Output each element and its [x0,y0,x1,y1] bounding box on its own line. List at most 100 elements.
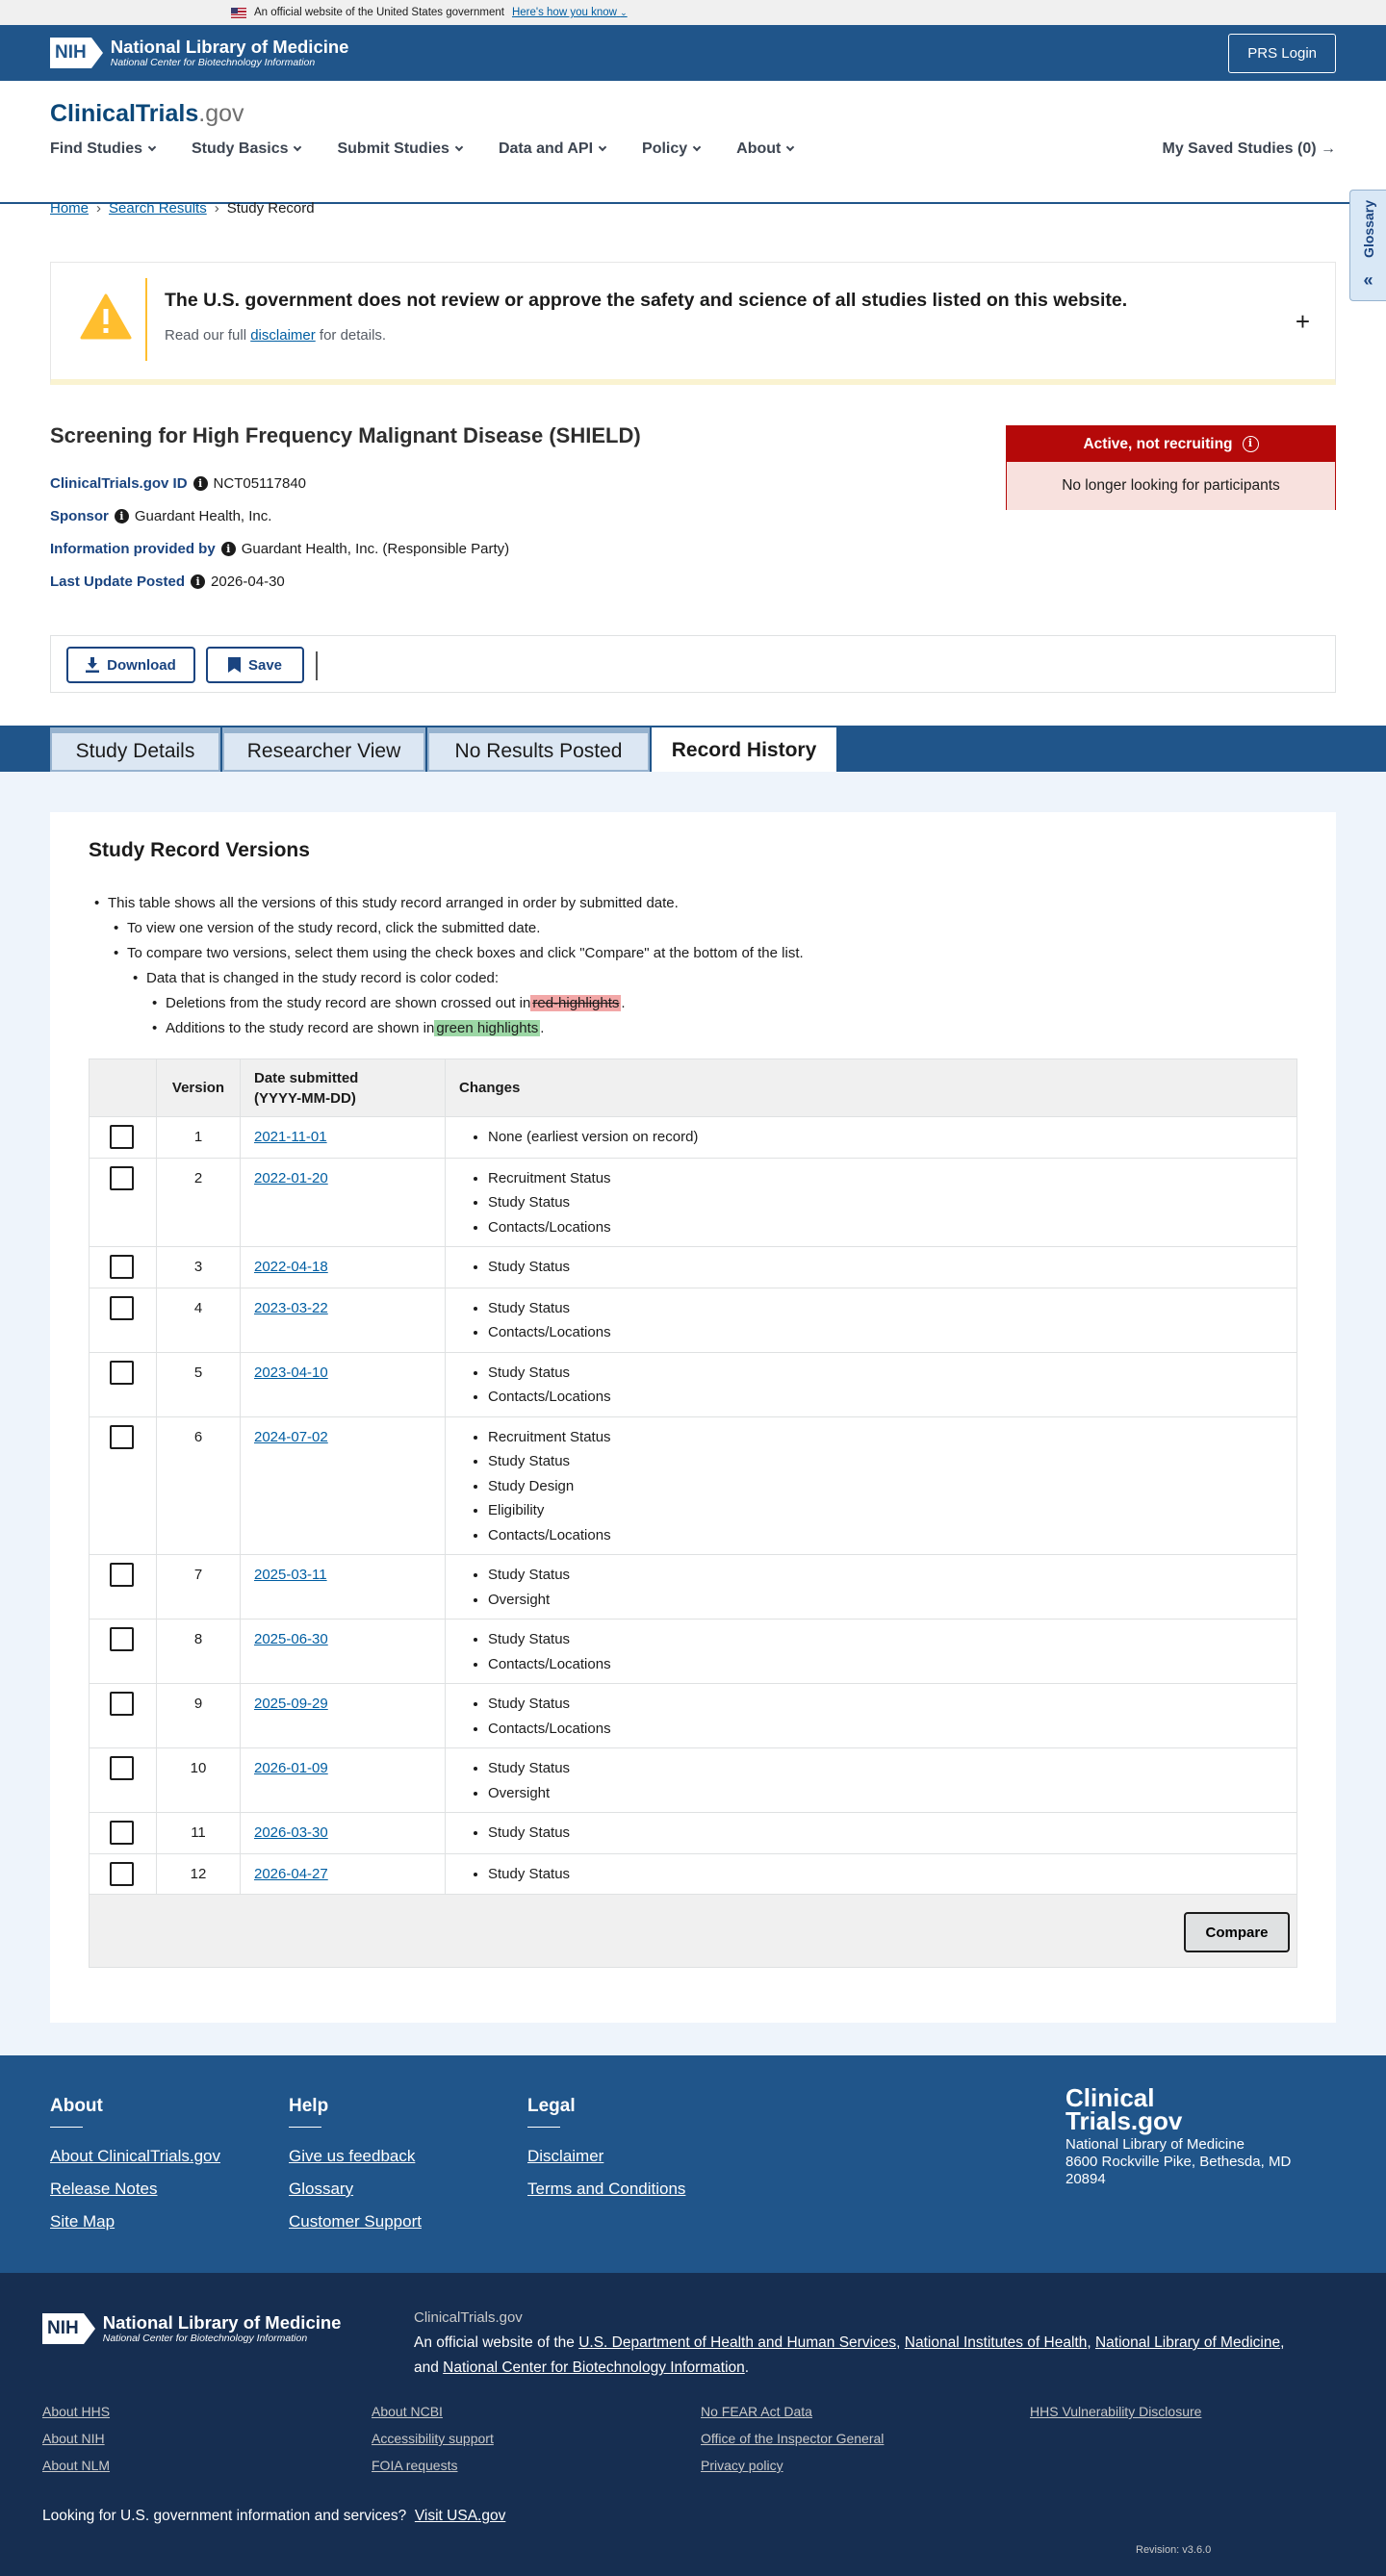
nlm-link[interactable]: National Library of Medicine [1095,2334,1280,2351]
info-icon[interactable]: i [192,476,208,491]
version-checkbox[interactable] [110,1295,134,1320]
version-checkbox[interactable] [110,1360,134,1385]
us-flag-icon [231,7,246,18]
hhs-link[interactable]: U.S. Department of Health and Human Serv… [578,2334,896,2351]
footer-link-terms[interactable]: Terms and Conditions [527,2180,685,2199]
info-icon[interactable]: i [1242,436,1259,452]
changes-cell: Recruitment StatusStudy StatusStudy Desi… [445,1416,1297,1555]
version-date-link[interactable]: 2023-04-10 [254,1365,328,1381]
version-date-link[interactable]: 2023-03-22 [254,1300,328,1316]
link-foia[interactable]: FOIA requests [372,2458,457,2473]
save-button[interactable]: Save [206,647,304,683]
footer-ct-logo[interactable]: Clinical Trials.gov [1065,2085,1182,2133]
changes-cell: Study StatusOversight [445,1747,1297,1813]
version-date-link[interactable]: 2022-04-18 [254,1259,328,1275]
nav-policy[interactable]: Policy [642,140,702,158]
link-about-nih[interactable]: About NIH [42,2431,105,2446]
ncbi-link[interactable]: National Center for Biotechnology Inform… [443,2359,745,2376]
select-cell [89,1683,157,1748]
saved-studies-link[interactable]: My Saved Studies (0) → [1163,140,1337,158]
nav-about[interactable]: About [736,140,795,158]
version-checkbox[interactable] [110,1424,134,1449]
breadcrumb-search-results[interactable]: Search Results [109,200,207,217]
version-number: 4 [156,1287,241,1353]
version-number: 1 [156,1116,241,1159]
version-date-link[interactable]: 2024-07-02 [254,1429,328,1445]
version-date-link[interactable]: 2025-06-30 [254,1631,328,1647]
changes-cell: Recruitment StatusStudy StatusContacts/L… [445,1157,1297,1247]
changes-cell: Study Status [445,1852,1297,1895]
nav-data-api[interactable]: Data and API [499,140,607,158]
change-item: Study Status [488,1296,1283,1321]
date-cell: 2025-09-29 [240,1683,446,1748]
breadcrumb-home[interactable]: Home [50,200,89,217]
date-cell: 2026-04-27 [240,1852,446,1895]
version-date-link[interactable]: 2025-03-11 [254,1567,327,1583]
version-date-link[interactable]: 2022-01-20 [254,1170,328,1186]
version-date-link[interactable]: 2026-01-09 [254,1760,328,1776]
table-row: 3 2022-04-18 Study Status [89,1246,1297,1288]
version-checkbox[interactable] [110,1563,134,1587]
change-item: Eligibility [488,1498,1283,1523]
version-date-link[interactable]: 2021-11-01 [254,1129,327,1145]
footer-link-about-ct[interactable]: About ClinicalTrials.gov [50,2147,220,2166]
revision-text: Revision: v3.6.0 [1136,2544,1212,2556]
footer-link-glossary[interactable]: Glossary [289,2180,422,2199]
expand-plus-icon[interactable]: + [1296,307,1310,337]
download-button[interactable]: Download [66,647,195,683]
date-cell: 2023-03-22 [240,1287,446,1353]
link-no-fear[interactable]: No FEAR Act Data [701,2404,812,2419]
link-privacy[interactable]: Privacy policy [701,2458,783,2473]
view-text: To view one version of the study record,… [114,920,540,936]
tab-researcher-view[interactable]: Researcher View [222,727,425,772]
nih-logo[interactable]: NIH National Library of Medicine Nationa… [50,38,348,68]
footer-link-release-notes[interactable]: Release Notes [50,2180,220,2199]
nih-link[interactable]: National Institutes of Health [905,2334,1088,2351]
version-checkbox[interactable] [110,1861,134,1886]
footer-link-site-map[interactable]: Site Map [50,2212,220,2232]
footer-link-support[interactable]: Customer Support [289,2212,422,2232]
nav-find-studies[interactable]: Find Studies [50,140,157,158]
tab-record-history[interactable]: Record History [652,727,836,772]
chevron-down-icon [692,142,702,152]
version-checkbox[interactable] [110,1165,134,1190]
version-checkbox[interactable] [110,1255,134,1279]
table-row: 12 2026-04-27 Study Status [89,1852,1297,1895]
versions-heading: Study Record Versions [89,839,310,861]
heres-how-link[interactable]: Here's how you know ⌄ [512,7,628,18]
info-icon[interactable]: i [191,574,206,589]
version-number: 7 [156,1554,241,1620]
tab-no-results-posted[interactable]: No Results Posted [427,727,650,772]
link-about-hhs[interactable]: About HHS [42,2404,110,2419]
sponsor-row: Sponsor i Guardant Health, Inc. [50,508,272,524]
link-accessibility[interactable]: Accessibility support [372,2431,494,2446]
info-icon[interactable]: i [114,509,129,523]
nav-study-basics[interactable]: Study Basics [192,140,302,158]
version-checkbox[interactable] [110,1125,134,1149]
table-row: 11 2026-03-30 Study Status [89,1812,1297,1854]
link-vulnerability[interactable]: HHS Vulnerability Disclosure [1030,2404,1201,2419]
nav-submit-studies[interactable]: Submit Studies [337,140,464,158]
footer-nih-logo[interactable]: NIH National Library of Medicine National… [42,2313,341,2344]
clinicaltrials-logo[interactable]: ClinicalTrials.gov [50,100,244,128]
version-date-link[interactable]: 2026-03-30 [254,1824,328,1841]
version-date-link[interactable]: 2025-09-29 [254,1696,328,1712]
footer-link-feedback[interactable]: Give us feedback [289,2147,422,2166]
version-checkbox[interactable] [110,1692,134,1716]
disclaimer-link[interactable]: disclaimer [250,327,316,344]
prs-login-button[interactable]: PRS Login [1228,33,1336,73]
version-date-link[interactable]: 2026-04-27 [254,1866,328,1882]
glossary-tab[interactable]: Glossary « [1349,190,1386,301]
link-about-ncbi[interactable]: About NCBI [372,2404,443,2419]
link-inspector-general[interactable]: Office of the Inspector General [701,2431,884,2446]
link-about-nlm[interactable]: About NLM [42,2458,110,2473]
compare-button[interactable]: Compare [1184,1912,1290,1952]
tab-study-details[interactable]: Study Details [50,727,220,772]
visit-usa-link[interactable]: Visit USA.gov [415,2508,505,2524]
version-checkbox[interactable] [110,1627,134,1651]
footer-link-disclaimer[interactable]: Disclaimer [527,2147,685,2166]
table-row: 6 2024-07-02 Recruitment StatusStudy Statu… [89,1416,1297,1555]
info-icon[interactable]: i [220,542,236,556]
version-checkbox[interactable] [110,1756,134,1780]
version-checkbox[interactable] [110,1821,134,1845]
